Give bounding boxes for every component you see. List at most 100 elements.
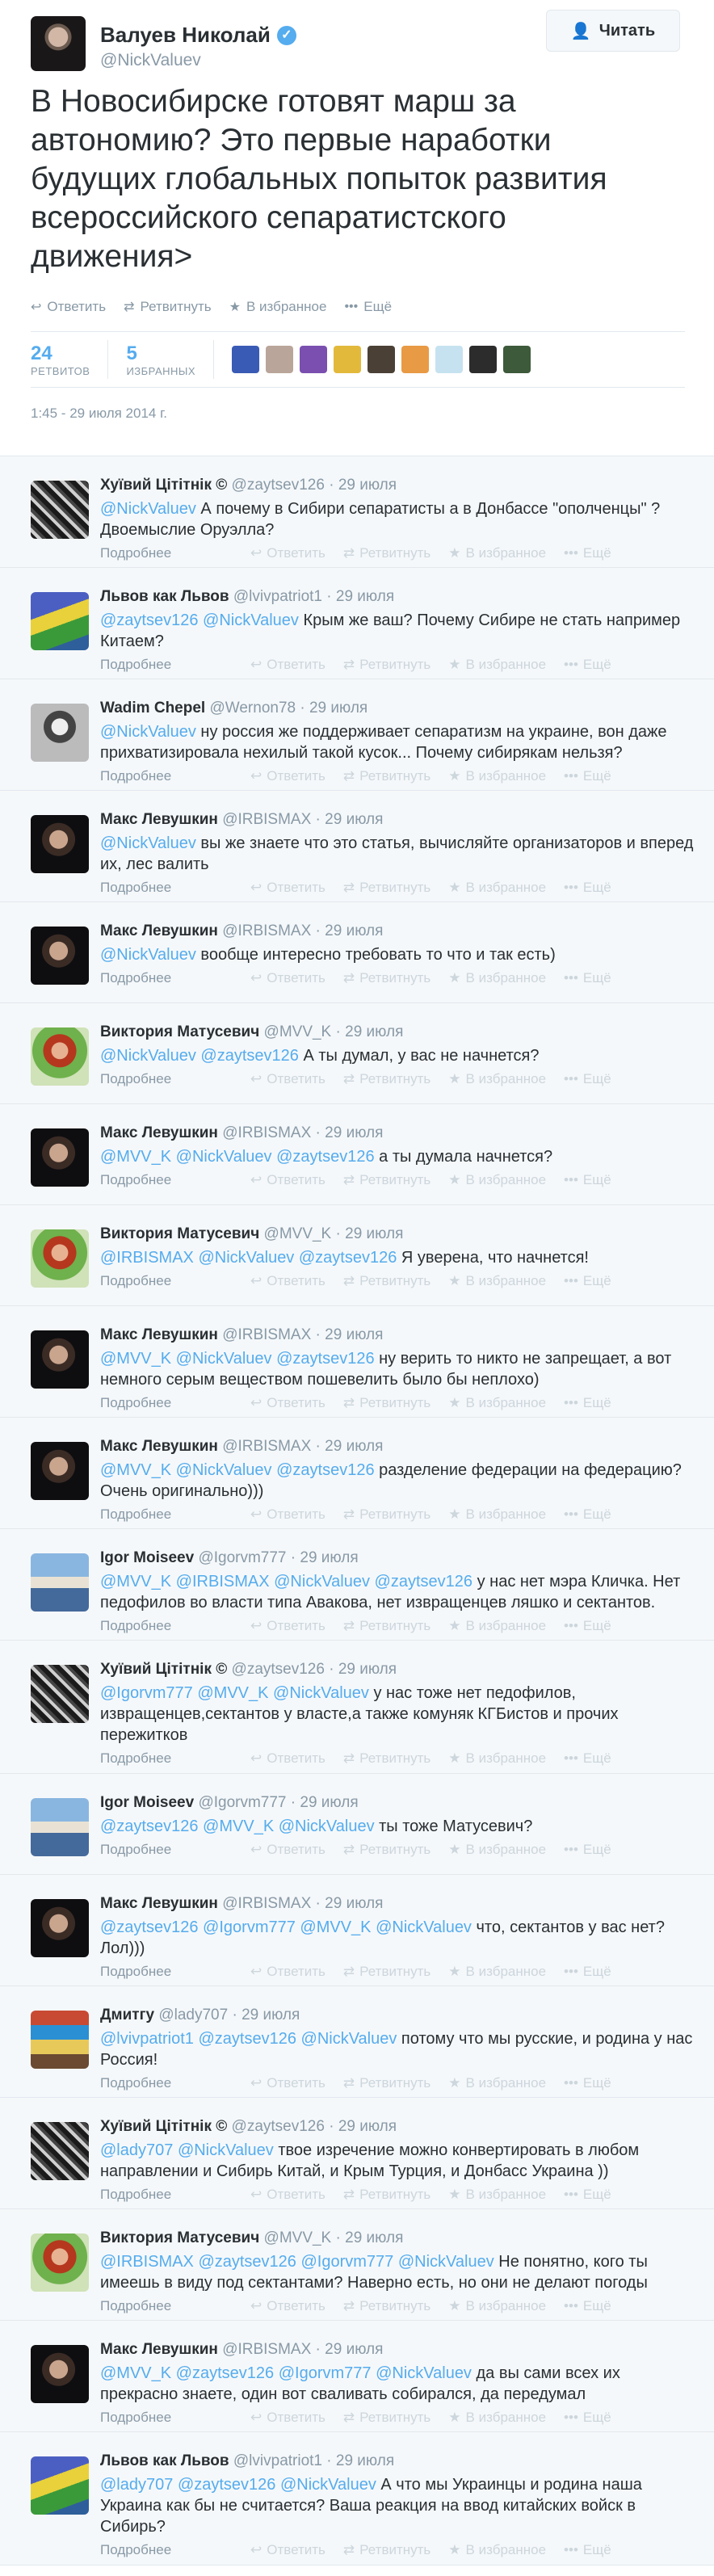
reply-author-name[interactable]: Хуївий Цітітнік © — [100, 1661, 227, 1678]
reply-favorite-button[interactable]: ★ В избранное — [448, 2187, 546, 2203]
reply-date[interactable]: 29 июля — [345, 1023, 403, 1040]
reply-avatar[interactable] — [31, 1128, 89, 1187]
retweets-stat[interactable]: 24 РЕТВИТОВ — [31, 340, 109, 379]
mention-link[interactable]: @NickValuev — [176, 1461, 272, 1479]
reply-reply-button[interactable]: ↩ Ответить — [250, 2187, 326, 2203]
reply-retweet-button[interactable]: ⇄ Ретвитнуть — [343, 1395, 430, 1411]
reply-retweet-button[interactable]: ⇄ Ретвитнуть — [343, 545, 430, 561]
mention-link[interactable]: @zaytsev126 — [100, 611, 198, 629]
reply-author-handle[interactable]: @zaytsev126 — [232, 477, 325, 494]
reply-author-handle[interactable]: @zaytsev126 — [232, 1661, 325, 1678]
reply-item[interactable]: Wadim Chepel @Wernon78 · 29 июля @NickVal… — [0, 679, 714, 791]
reply-favorite-button[interactable]: ★ В избранное — [448, 880, 546, 896]
reply-item[interactable]: Макс Левушкин @IRBISMAX · 29 июля @MVV_K … — [0, 1104, 714, 1205]
mention-link[interactable]: @NickValuev — [100, 500, 196, 518]
reply-author-name[interactable]: Львов как Львов — [100, 2452, 229, 2469]
reply-details-link[interactable]: Подробнее — [100, 1750, 250, 1767]
reply-date[interactable]: 29 июля — [325, 2341, 383, 2358]
reply-more-button[interactable]: ••• Ещё — [564, 657, 611, 673]
reply-details-link[interactable]: Подробнее — [100, 880, 250, 896]
reply-avatar[interactable] — [31, 2345, 89, 2403]
more-button[interactable]: ••• Ещё — [344, 299, 392, 315]
reply-reply-button[interactable]: ↩ Ответить — [250, 1842, 326, 1858]
author-avatar[interactable] — [31, 16, 86, 71]
reply-date[interactable]: 29 июля — [325, 922, 383, 939]
mention-link[interactable]: @zaytsev126 — [100, 1918, 198, 1936]
mention-link[interactable]: @MVV_K — [100, 2364, 171, 2382]
reply-avatar[interactable] — [31, 1229, 89, 1288]
reply-reply-button[interactable]: ↩ Ответить — [250, 657, 326, 673]
mention-link[interactable]: @NickValuev — [178, 2141, 274, 2159]
reply-item[interactable]: Макс Левушкин @IRBISMAX · 29 июля @NickVa… — [0, 902, 714, 1003]
mention-link[interactable]: @NickValuev — [100, 946, 196, 964]
mention-link[interactable]: @zaytsev126 — [299, 1249, 397, 1267]
reply-details-link[interactable]: Подробнее — [100, 1071, 250, 1087]
mention-link[interactable]: @Igorvm777 — [301, 2253, 394, 2271]
reply-favorite-button[interactable]: ★ В избранное — [448, 1507, 546, 1523]
mention-link[interactable]: @MVV_K — [203, 1817, 274, 1835]
mention-link[interactable]: @NickValuev — [100, 1047, 196, 1065]
mention-link[interactable]: @NickValuev — [376, 2364, 472, 2382]
reply-reply-button[interactable]: ↩ Ответить — [250, 880, 326, 896]
reply-author-handle[interactable]: @IRBISMAX — [222, 1438, 311, 1455]
reply-details-link[interactable]: Подробнее — [100, 2542, 250, 2558]
author-name-row[interactable]: Валуев Николай ✓ — [100, 23, 296, 48]
reply-details-link[interactable]: Подробнее — [100, 1842, 250, 1858]
reply-reply-button[interactable]: ↩ Ответить — [250, 2410, 326, 2426]
reply-favorite-button[interactable]: ★ В избранное — [448, 1395, 546, 1411]
reply-retweet-button[interactable]: ⇄ Ретвитнуть — [343, 880, 430, 896]
reply-retweet-button[interactable]: ⇄ Ретвитнуть — [343, 2410, 430, 2426]
reply-avatar[interactable] — [31, 1665, 89, 1723]
reply-more-button[interactable]: ••• Ещё — [564, 1618, 611, 1634]
reply-more-button[interactable]: ••• Ещё — [564, 2075, 611, 2091]
reply-details-link[interactable]: Подробнее — [100, 1964, 250, 1980]
mention-link[interactable]: @zaytsev126 — [276, 1350, 374, 1368]
reply-date[interactable]: 29 июля — [336, 588, 394, 605]
reply-retweet-button[interactable]: ⇄ Ретвитнуть — [343, 1964, 430, 1980]
reply-reply-button[interactable]: ↩ Ответить — [250, 1273, 326, 1289]
mention-link[interactable]: @NickValuev — [398, 2253, 494, 2271]
mention-link[interactable]: @MVV_K — [100, 1350, 171, 1368]
reply-author-name[interactable]: Макс Левушкин — [100, 1326, 218, 1343]
mention-link[interactable]: @NickValuev — [274, 1573, 370, 1591]
reply-author-handle[interactable]: @Igorvm777 — [198, 1549, 286, 1566]
reply-favorite-button[interactable]: ★ В избранное — [448, 2298, 546, 2314]
retweet-button[interactable]: ⇄ Ретвитнуть — [124, 299, 212, 315]
reply-avatar[interactable] — [31, 815, 89, 873]
reply-author-handle[interactable]: @IRBISMAX — [222, 1326, 311, 1343]
mention-link[interactable]: @zaytsev126 — [276, 1461, 374, 1479]
reply-more-button[interactable]: ••• Ещё — [564, 1842, 611, 1858]
reply-date[interactable]: 29 июля — [325, 811, 383, 828]
reply-avatar[interactable] — [31, 2122, 89, 2180]
reply-date[interactable]: 29 июля — [325, 1124, 383, 1141]
reply-item[interactable]: Львов как Львов @lvivpatriot1 · 29 июля @… — [0, 2432, 714, 2565]
reply-details-link[interactable]: Подробнее — [100, 1172, 250, 1188]
reply-item[interactable]: Дмитгу @lady707 · 29 июля @lvivpatriot1 @… — [0, 1986, 714, 2098]
reply-reply-button[interactable]: ↩ Ответить — [250, 1750, 326, 1767]
reply-date[interactable]: 29 июля — [336, 2452, 394, 2469]
reply-details-link[interactable]: Подробнее — [100, 970, 250, 986]
reply-author-name[interactable]: Igor Moiseev — [100, 1549, 194, 1566]
mention-link[interactable]: @zaytsev126 — [178, 2476, 275, 2494]
reply-item[interactable]: Хуївий Цітітнік © @zaytsev126 · 29 июля @… — [0, 456, 714, 568]
reply-more-button[interactable]: ••• Ещё — [564, 768, 611, 784]
reply-date[interactable]: 29 июля — [338, 477, 397, 494]
reply-more-button[interactable]: ••• Ещё — [564, 2187, 611, 2203]
reply-date[interactable]: 29 июля — [325, 1895, 383, 1912]
reply-avatar[interactable] — [31, 1553, 89, 1612]
reply-more-button[interactable]: ••• Ещё — [564, 880, 611, 896]
reply-favorite-button[interactable]: ★ В избранное — [448, 2542, 546, 2558]
reply-date[interactable]: 29 июля — [300, 1794, 358, 1811]
reply-avatar[interactable] — [31, 927, 89, 985]
reply-reply-button[interactable]: ↩ Ответить — [250, 1172, 326, 1188]
reply-author-handle[interactable]: @IRBISMAX — [222, 922, 311, 939]
mention-link[interactable]: @NickValuev — [100, 723, 196, 741]
reply-more-button[interactable]: ••• Ещё — [564, 1507, 611, 1523]
follow-button[interactable]: 👤 Читать — [546, 10, 680, 52]
reply-avatar[interactable] — [31, 2456, 89, 2515]
mention-link[interactable]: @zaytsev126 — [198, 2030, 296, 2048]
reply-retweet-button[interactable]: ⇄ Ретвитнуть — [343, 1172, 430, 1188]
reply-retweet-button[interactable]: ⇄ Ретвитнуть — [343, 768, 430, 784]
reply-author-name[interactable]: Дмитгу — [100, 2007, 154, 2023]
mention-link[interactable]: @NickValuev — [100, 834, 196, 852]
